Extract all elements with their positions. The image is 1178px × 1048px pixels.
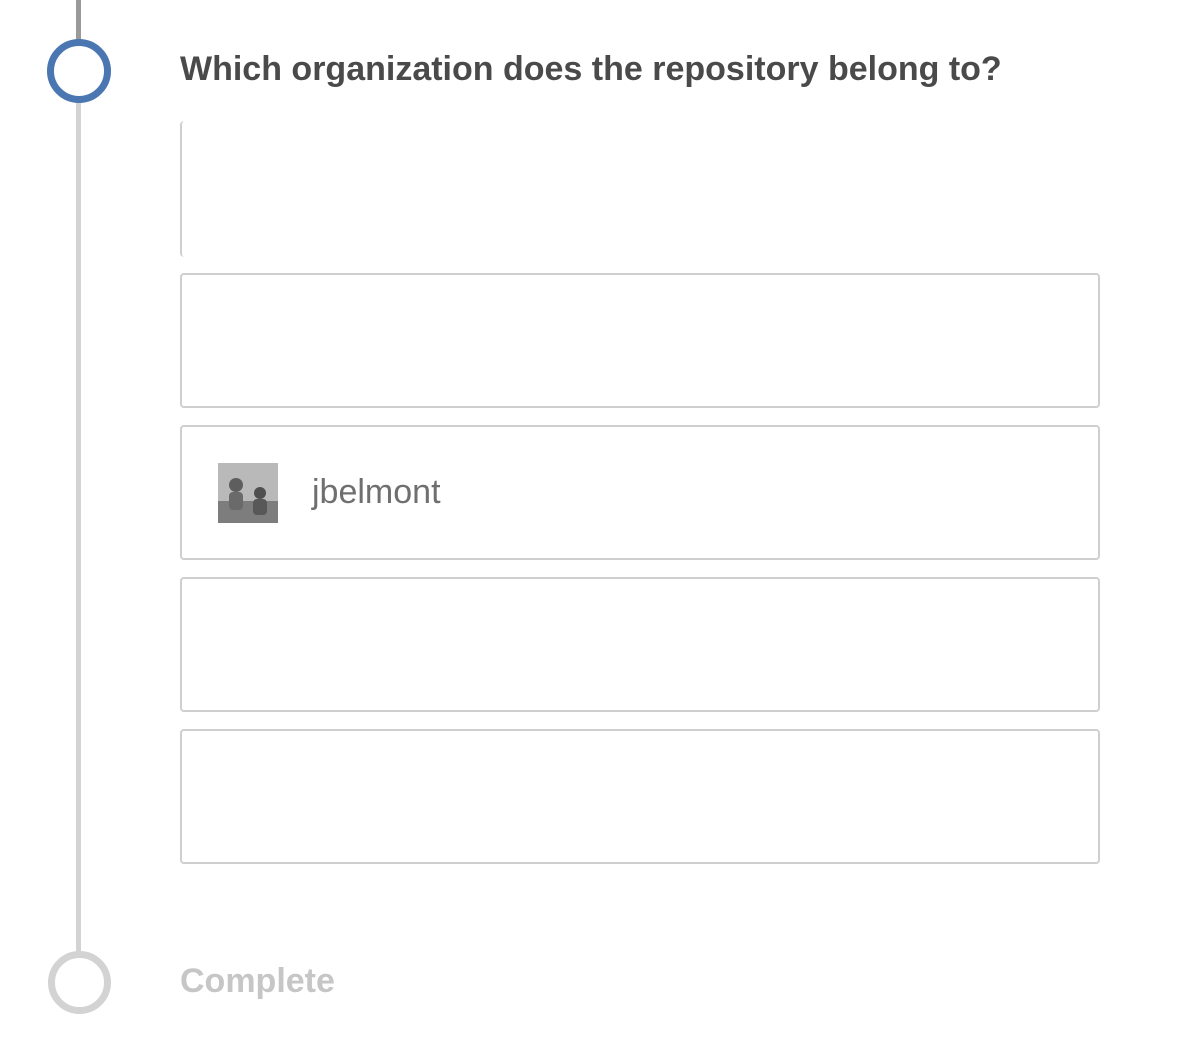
user-avatar-photo-icon: [218, 462, 278, 523]
organization-option-2[interactable]: [180, 273, 1100, 408]
organization-option-jbelmont[interactable]: jbelmont: [180, 425, 1100, 560]
current-step-indicator: [47, 39, 111, 103]
option-label: jbelmont: [312, 473, 441, 511]
complete-step-label: Complete: [180, 962, 335, 1000]
stepper-track: [76, 100, 81, 952]
organization-option-4[interactable]: [180, 577, 1100, 712]
complete-step-indicator: [48, 951, 111, 1014]
avatar: [218, 462, 278, 523]
stepper-track-previous: [76, 0, 81, 40]
question-heading: Which organization does the repository b…: [180, 50, 1002, 88]
organization-option-5[interactable]: [180, 729, 1100, 864]
organization-option-1[interactable]: [180, 121, 1100, 257]
